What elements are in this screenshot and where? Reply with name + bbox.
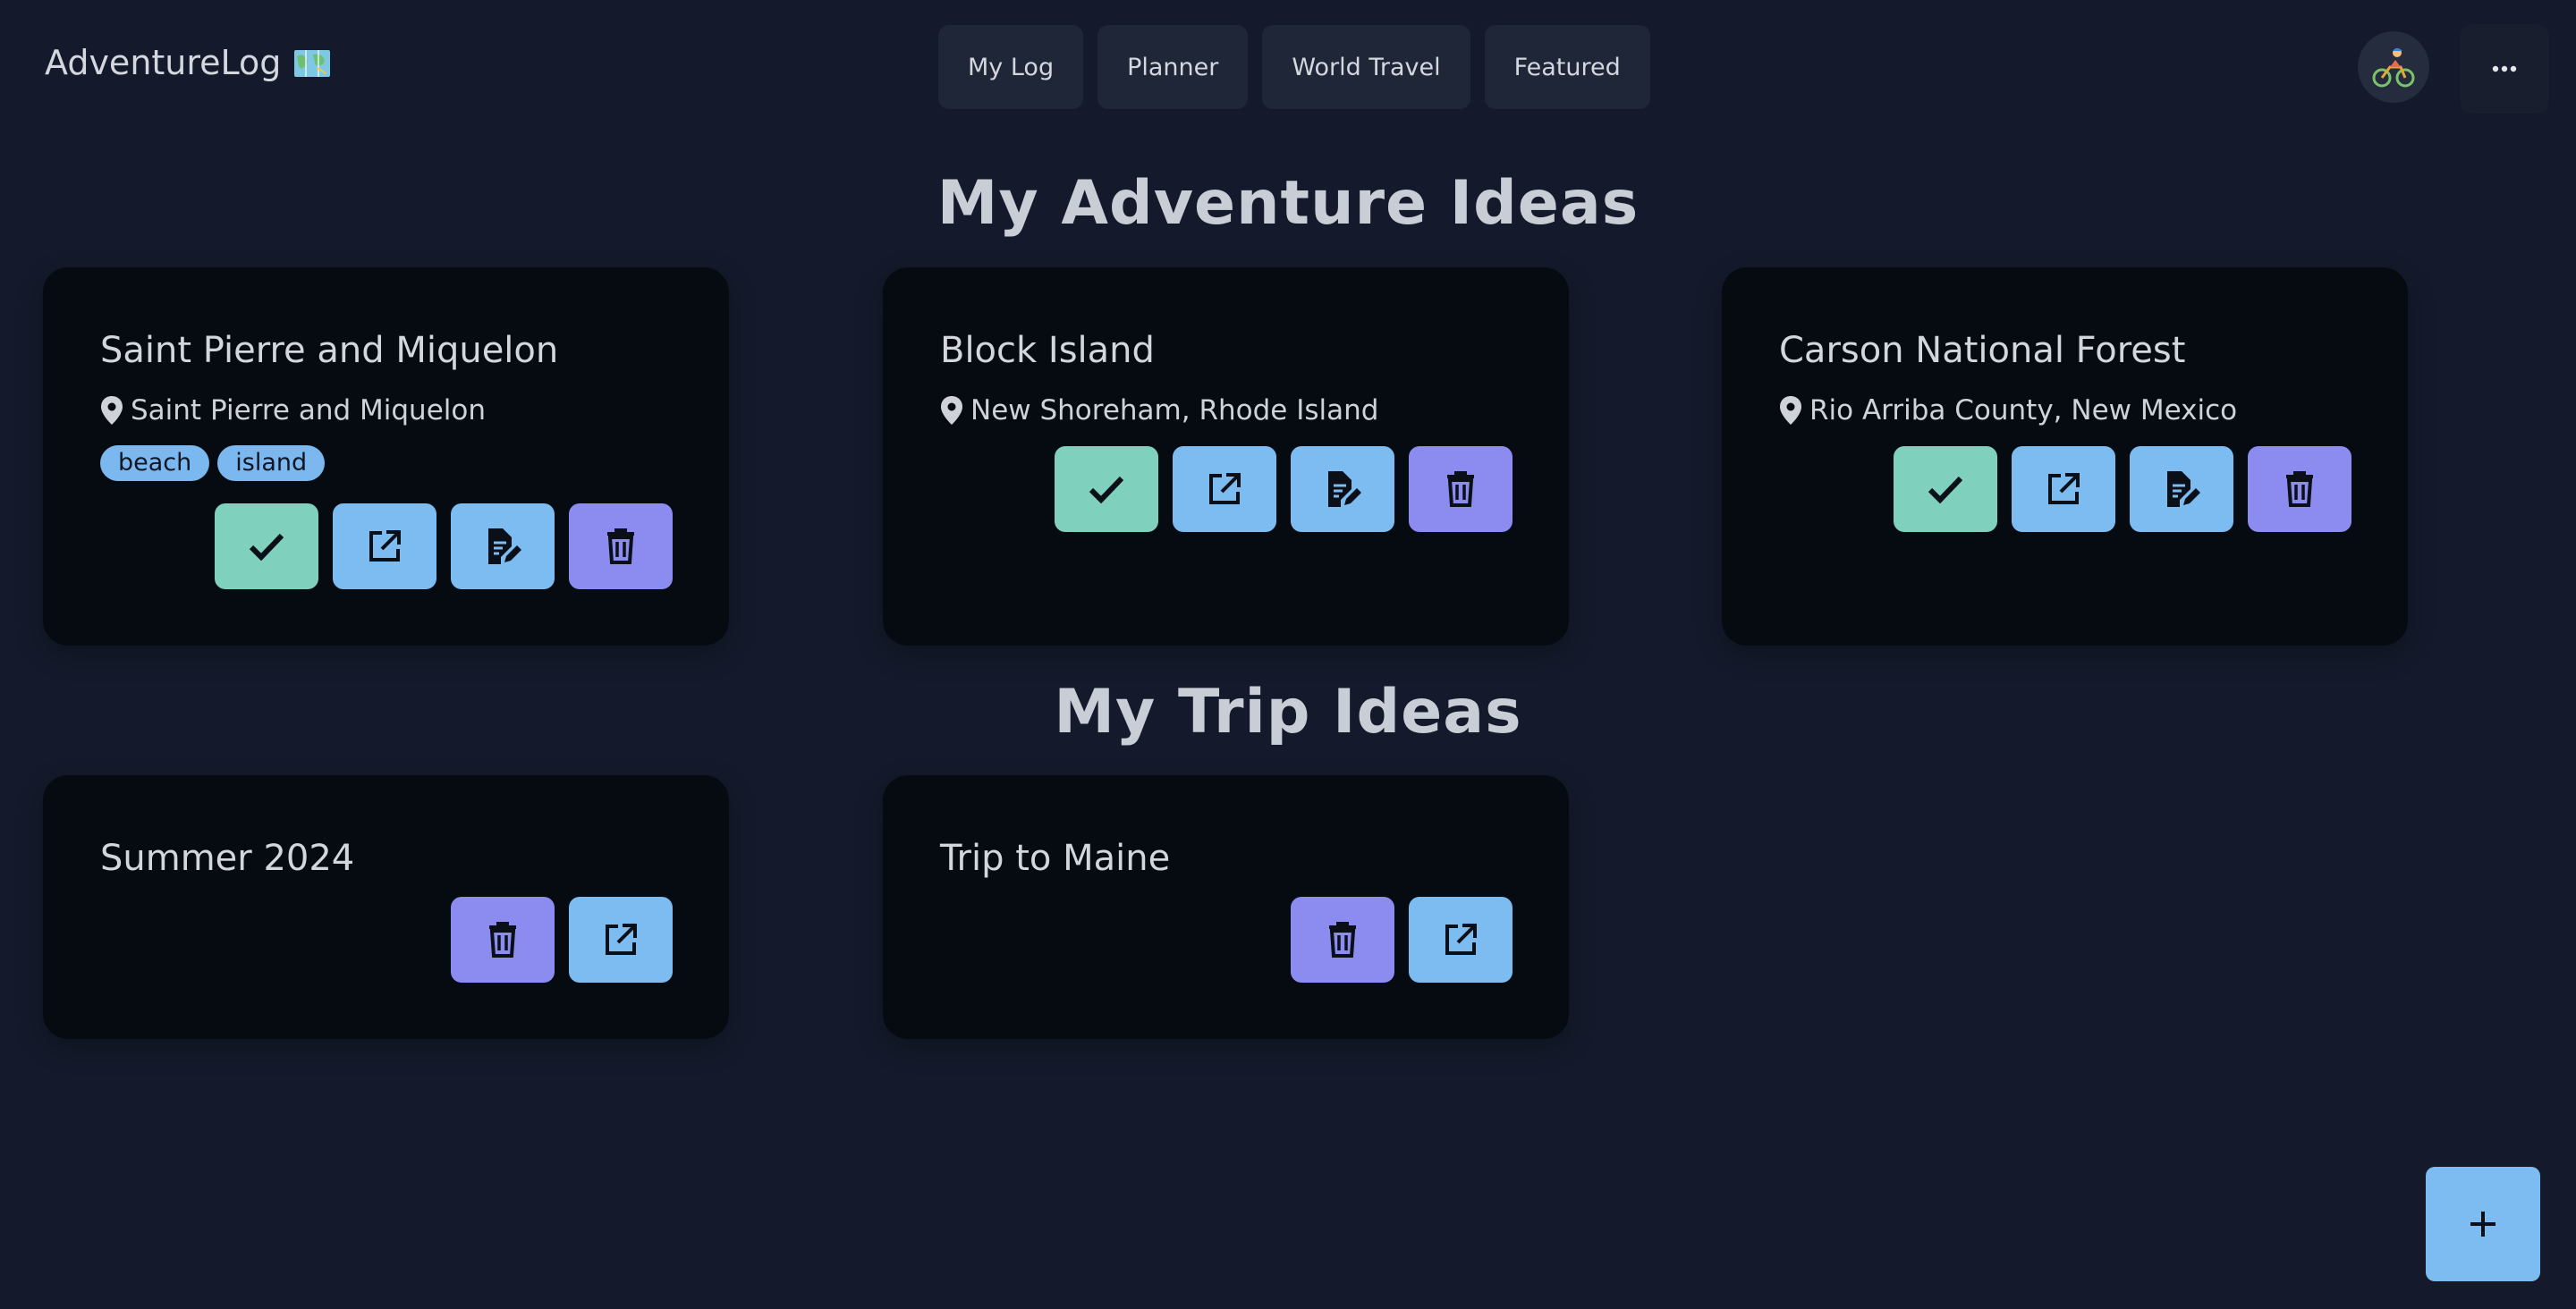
nav-planner[interactable]: Planner <box>1097 25 1249 109</box>
card-title: Summer 2024 <box>100 838 355 879</box>
map-pin-icon <box>101 396 123 425</box>
trash-icon <box>1447 471 1474 507</box>
edit-button[interactable] <box>2130 446 2233 532</box>
cyclist-avatar-icon <box>2372 48 2415 88</box>
edit-button[interactable] <box>451 503 555 589</box>
card-title: Carson National Forest <box>1779 330 2186 371</box>
mark-visited-button[interactable] <box>215 503 318 589</box>
map-pin-icon <box>1780 396 1801 425</box>
card-actions <box>1055 446 1513 532</box>
adventures-heading: My Adventure Ideas <box>936 168 1640 239</box>
delete-button[interactable] <box>451 897 555 983</box>
card-actions <box>1894 446 2351 532</box>
main-nav: My Log Planner World Travel Featured <box>938 25 1650 109</box>
card-actions <box>1291 897 1513 983</box>
delete-button[interactable] <box>1409 446 1513 532</box>
trip-card: Summer 2024 <box>43 775 729 1039</box>
brand[interactable]: AdventureLog <box>45 43 331 82</box>
card-location: New Shoreham, Rhode Island <box>940 394 1378 426</box>
add-button[interactable] <box>2426 1167 2540 1281</box>
mark-visited-button[interactable] <box>1055 446 1158 532</box>
adventure-card: Saint Pierre and Miquelon Saint Pierre a… <box>43 267 729 646</box>
card-actions <box>215 503 673 589</box>
ellipsis-icon <box>2492 65 2517 72</box>
adventure-card: Block Island New Shoreham, Rhode Island <box>883 267 1569 646</box>
location-text: Rio Arriba County, New Mexico <box>1809 394 2238 426</box>
check-icon <box>249 533 284 561</box>
tag-badge: island <box>217 445 326 481</box>
check-icon <box>1089 476 1124 503</box>
trash-icon <box>1329 922 1356 958</box>
nav-world-travel[interactable]: World Travel <box>1262 25 1470 109</box>
location-text: Saint Pierre and Miquelon <box>131 394 486 426</box>
delete-button[interactable] <box>569 503 673 589</box>
trips-heading: My Trip Ideas <box>1054 677 1522 747</box>
trash-icon <box>489 922 516 958</box>
delete-button[interactable] <box>1291 897 1394 983</box>
delete-button[interactable] <box>2248 446 2351 532</box>
edit-document-icon <box>2167 471 2200 507</box>
adventure-card: Carson National Forest Rio Arriba County… <box>1722 267 2408 646</box>
edit-document-icon <box>488 528 521 564</box>
open-external-icon <box>606 924 637 955</box>
open-external-icon <box>369 530 401 562</box>
open-button[interactable] <box>333 503 436 589</box>
more-menu-button[interactable] <box>2460 24 2549 114</box>
mark-visited-button[interactable] <box>1894 446 1997 532</box>
check-icon <box>1928 476 1963 503</box>
open-button[interactable] <box>1173 446 1276 532</box>
card-location: Rio Arriba County, New Mexico <box>1779 394 2237 426</box>
card-location: Saint Pierre and Miquelon <box>100 394 486 426</box>
open-button[interactable] <box>1409 897 1513 983</box>
edit-document-icon <box>1328 471 1361 507</box>
open-external-icon <box>2048 473 2080 504</box>
open-external-icon <box>1209 473 1241 504</box>
plus-icon <box>2470 1212 2496 1237</box>
nav-my-log[interactable]: My Log <box>938 25 1084 109</box>
trash-icon <box>607 528 634 564</box>
brand-title: AdventureLog <box>45 43 282 82</box>
open-button[interactable] <box>2012 446 2115 532</box>
tag-badge: beach <box>100 445 210 481</box>
navbar: AdventureLog My Log Planner World Travel… <box>0 0 2576 136</box>
card-actions <box>451 897 673 983</box>
open-button[interactable] <box>569 897 673 983</box>
nav-featured[interactable]: Featured <box>1484 25 1650 109</box>
tag-list: beach island <box>100 445 326 481</box>
location-text: New Shoreham, Rhode Island <box>970 394 1379 426</box>
card-title: Block Island <box>940 330 1155 371</box>
trip-card: Trip to Maine <box>883 775 1569 1039</box>
avatar[interactable] <box>2358 31 2429 103</box>
world-map-icon <box>293 47 331 78</box>
open-external-icon <box>1445 924 1477 955</box>
card-title: Saint Pierre and Miquelon <box>100 330 559 371</box>
map-pin-icon <box>941 396 962 425</box>
edit-button[interactable] <box>1291 446 1394 532</box>
card-title: Trip to Maine <box>940 838 1171 879</box>
trash-icon <box>2286 471 2313 507</box>
